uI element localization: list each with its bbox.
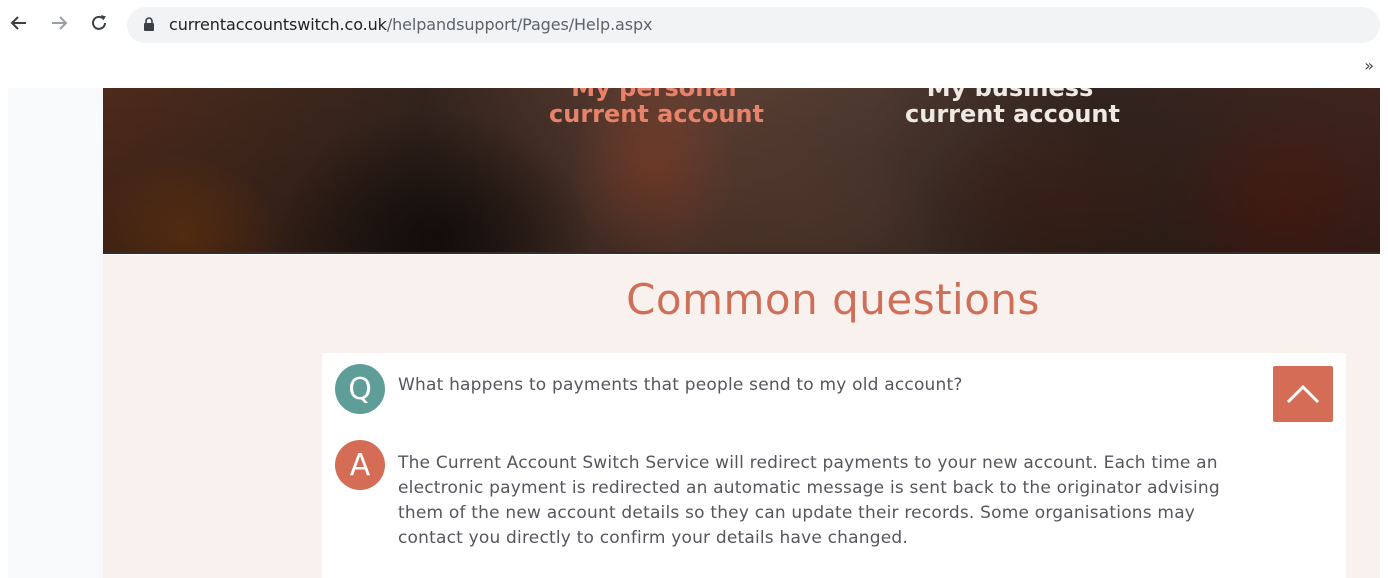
answer-text: The Current Account Switch Service will …	[398, 453, 1220, 548]
reload-button[interactable]	[86, 10, 112, 36]
business-link-line2: current account	[905, 100, 1120, 128]
url-path: /helpandsupport/Pages/Help.aspx	[386, 15, 653, 34]
answer-badge: A	[335, 440, 385, 490]
personal-account-link[interactable]: My personal current account	[549, 88, 764, 128]
question-badge: Q	[335, 364, 385, 414]
browser-toolbar: currentaccountswitch.co.uk/helpandsuppor…	[0, 0, 1388, 48]
collapse-answer-button[interactable]	[1273, 366, 1333, 422]
hero-banner: My personal current account My business …	[103, 88, 1380, 254]
faq-section: Common questions Q What happens to payme…	[103, 255, 1380, 578]
arrow-right-icon	[52, 16, 68, 30]
reload-icon	[92, 15, 106, 30]
address-bar[interactable]: currentaccountswitch.co.uk/helpandsuppor…	[127, 7, 1380, 43]
faq-heading: Common questions	[626, 275, 1040, 324]
forward-button[interactable]	[46, 10, 72, 36]
bookmarks-bar: »	[0, 48, 1388, 89]
page-content: My personal current account My business …	[0, 88, 1388, 578]
bookmarks-overflow-button[interactable]: »	[1364, 56, 1374, 75]
url-text: currentaccountswitch.co.uk/helpandsuppor…	[169, 15, 653, 34]
chevron-up-icon	[1286, 384, 1320, 404]
arrow-left-icon	[10, 16, 26, 30]
url-host: currentaccountswitch.co.uk	[169, 15, 387, 34]
business-account-link[interactable]: My business current account	[905, 88, 1120, 128]
personal-link-line2: current account	[549, 100, 764, 128]
faq-item: Q What happens to payments that people s…	[322, 353, 1346, 578]
question-text[interactable]: What happens to payments that people sen…	[398, 375, 963, 395]
lock-icon	[144, 17, 154, 31]
left-gutter	[8, 88, 103, 578]
back-button[interactable]	[6, 10, 32, 36]
hero-divider	[103, 252, 1380, 254]
